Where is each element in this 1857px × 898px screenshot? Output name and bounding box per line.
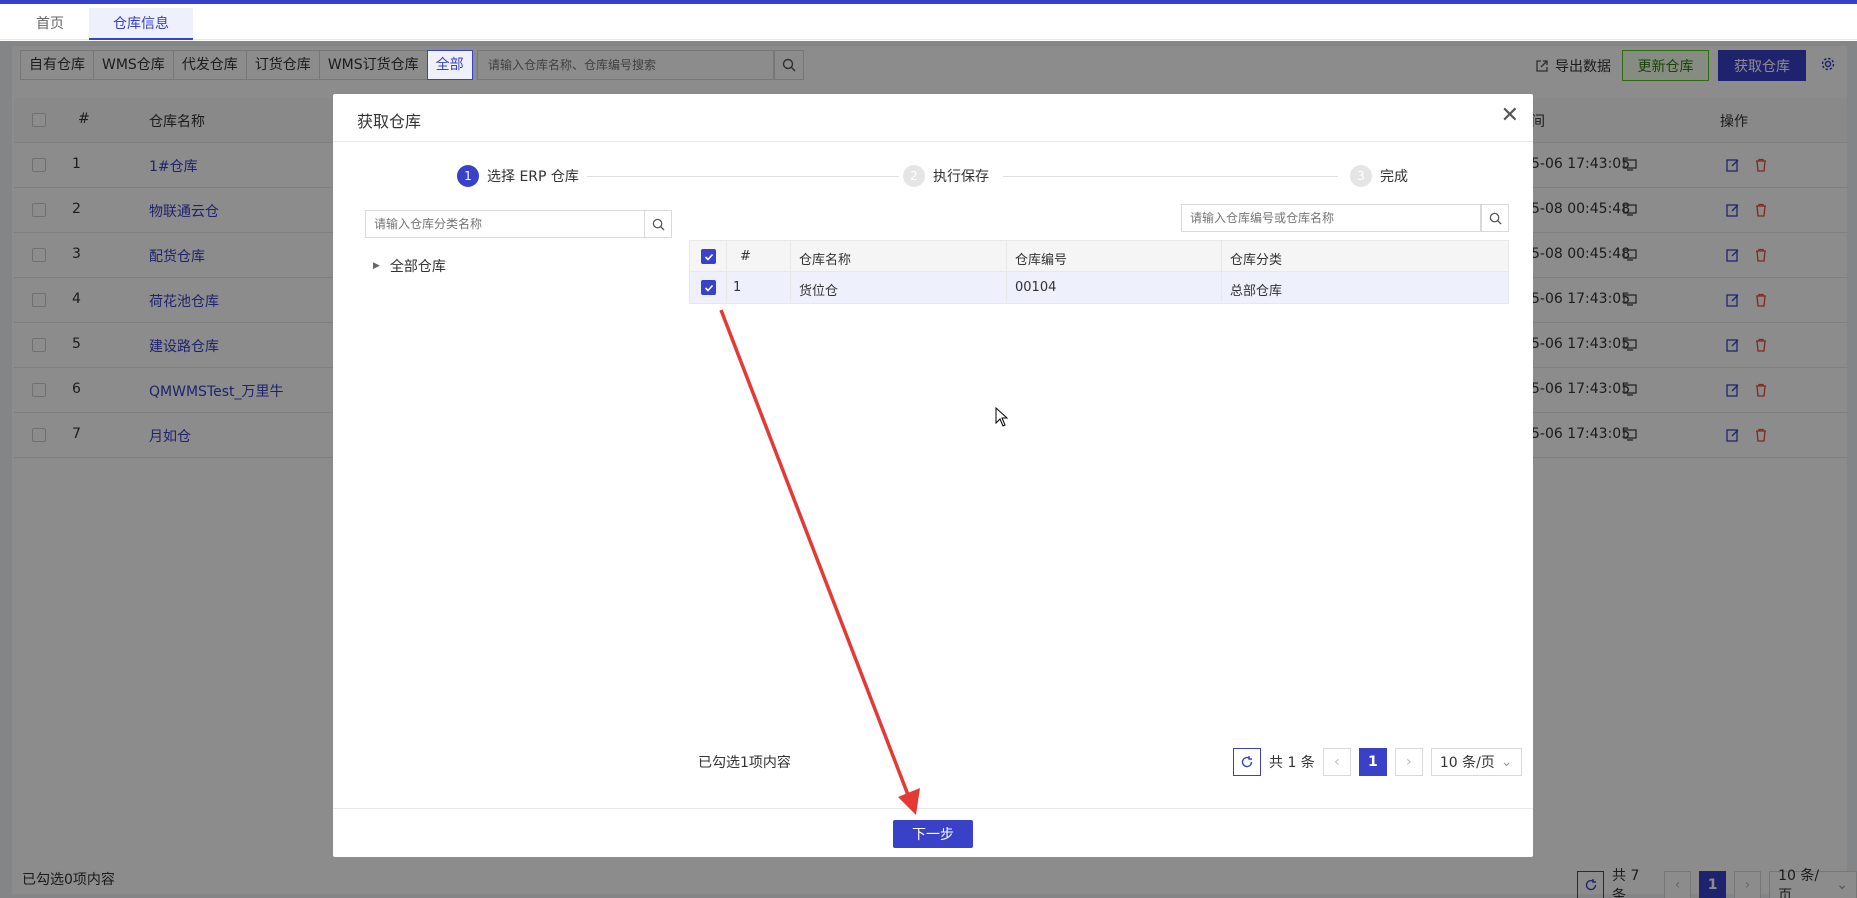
step-1-number: 1 xyxy=(457,165,479,187)
col-divider xyxy=(790,272,791,302)
tree-node-all[interactable]: ▶ 全部仓库 xyxy=(373,256,446,276)
step-2-label: 执行保存 xyxy=(933,169,989,185)
refresh-icon xyxy=(1241,756,1253,768)
step-2-number: 2 xyxy=(903,165,925,187)
modal-table-search-input[interactable] xyxy=(1182,205,1472,231)
step-connector-1 xyxy=(587,176,899,177)
row-category: 总部仓库 xyxy=(1230,284,1283,299)
chevron-down-icon: ⌄ xyxy=(1500,754,1513,770)
modal-page-size-select[interactable]: 10 条/页 ⌄ xyxy=(1430,748,1522,776)
tab-warehouse-info[interactable]: 仓库信息 xyxy=(89,8,193,40)
modal-selected-count: 已勾选1项内容 xyxy=(698,755,791,771)
table-row[interactable]: 1 货位仓 00104 总部仓库 xyxy=(689,272,1509,304)
check-icon xyxy=(704,284,713,292)
col-divider xyxy=(726,272,727,302)
close-icon[interactable]: ✕ xyxy=(1501,105,1519,127)
modal-current-page[interactable]: 1 xyxy=(1358,748,1387,776)
col-divider xyxy=(726,241,727,271)
modal-header-name: 仓库名称 xyxy=(799,253,852,268)
tree-node-label: 全部仓库 xyxy=(389,259,446,275)
step-2: 2 执行保存 xyxy=(903,165,989,187)
tree-search-button[interactable] xyxy=(644,210,672,238)
step-1: 1 选择 ERP 仓库 xyxy=(457,165,579,187)
row-index: 1 xyxy=(733,280,742,295)
col-divider xyxy=(1221,272,1222,302)
tab-home[interactable]: 首页 xyxy=(12,8,88,40)
step-connector-2 xyxy=(1003,176,1338,177)
fetch-warehouse-modal: 获取仓库 ✕ 1 选择 ERP 仓库 2 执行保存 3 完成 ▶ 全部仓库 # … xyxy=(333,94,1533,857)
tab-bar: 首页 仓库信息 xyxy=(0,4,1857,40)
modal-header-category: 仓库分类 xyxy=(1230,253,1283,268)
modal-pagination: 共 1 条 ‹ 1 › 10 条/页 ⌄ xyxy=(1233,748,1522,776)
search-icon xyxy=(1489,212,1502,225)
tree-search-input[interactable] xyxy=(366,211,606,237)
step-1-label: 选择 ERP 仓库 xyxy=(487,169,579,185)
modal-select-all-checkbox[interactable] xyxy=(701,249,716,264)
modal-header-index: # xyxy=(740,249,751,264)
tree-search xyxy=(365,210,645,238)
modal-total: 共 1 条 xyxy=(1269,755,1315,771)
modal-page-size-label: 10 条/页 xyxy=(1439,755,1495,771)
modal-table-search xyxy=(1181,204,1481,232)
col-divider xyxy=(1221,241,1222,271)
row-code: 00104 xyxy=(1015,280,1057,295)
modal-table-search-button[interactable] xyxy=(1481,204,1509,232)
modal-refresh-button[interactable] xyxy=(1233,748,1261,776)
modal-table-header: # 仓库名称 仓库编号 仓库分类 xyxy=(689,240,1509,272)
caret-right-icon[interactable]: ▶ xyxy=(373,261,380,271)
col-divider xyxy=(1006,241,1007,271)
row-name: 货位仓 xyxy=(799,284,839,299)
filter-all[interactable]: 全部 xyxy=(426,50,473,80)
modal-header-code: 仓库编号 xyxy=(1015,253,1068,268)
row-checkbox[interactable] xyxy=(701,280,716,295)
check-icon xyxy=(704,253,713,261)
col-divider xyxy=(790,241,791,271)
step-3-number: 3 xyxy=(1350,165,1372,187)
modal-prev-page[interactable]: ‹ xyxy=(1322,748,1351,776)
mouse-cursor-icon xyxy=(995,406,1009,431)
step-3: 3 完成 xyxy=(1350,165,1408,187)
next-step-button[interactable]: 下一步 xyxy=(893,820,973,848)
modal-header: 获取仓库 ✕ xyxy=(333,94,1533,142)
col-divider xyxy=(1006,272,1007,302)
step-3-label: 完成 xyxy=(1380,169,1408,185)
modal-footer-divider xyxy=(333,808,1533,809)
modal-title: 获取仓库 xyxy=(357,112,422,131)
modal-next-page[interactable]: › xyxy=(1394,748,1423,776)
search-icon xyxy=(652,218,665,231)
